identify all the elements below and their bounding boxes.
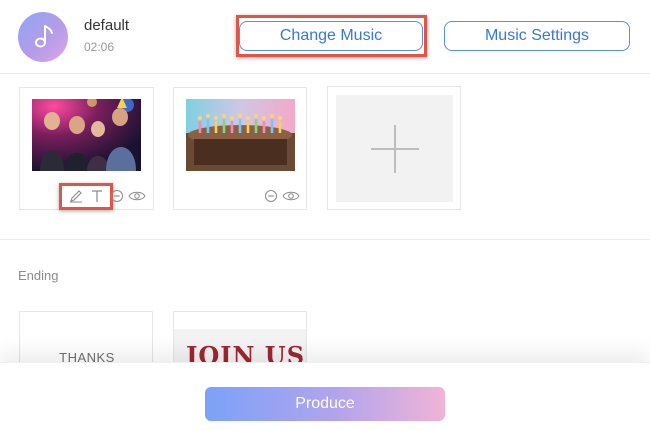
party-photo-thumbnail[interactable]	[32, 99, 141, 171]
preview-eye-icon[interactable]	[128, 189, 146, 203]
add-clip-area[interactable]	[336, 95, 453, 202]
text-tool-icon[interactable]	[90, 189, 104, 203]
music-avatar	[18, 12, 68, 62]
edit-pencil-icon[interactable]	[69, 189, 83, 203]
music-settings-button[interactable]: Music Settings	[444, 21, 630, 51]
party-photo	[32, 99, 141, 171]
preview-eye-icon[interactable]	[282, 189, 300, 203]
ending-section-label: Ending	[18, 268, 59, 283]
section-divider	[0, 239, 650, 240]
music-duration: 02:06	[84, 40, 115, 54]
remove-clip-icon[interactable]	[264, 189, 278, 203]
plus-icon	[370, 124, 419, 173]
birthday-photo-thumbnail[interactable]	[186, 99, 295, 171]
birthday-cake-photo	[186, 99, 295, 171]
music-note-icon	[35, 25, 53, 48]
clip-card-birthday[interactable]	[173, 87, 307, 210]
clip-card-party[interactable]	[19, 87, 154, 210]
edit-tools-highlight	[59, 183, 113, 210]
remove-clip-icon[interactable]	[110, 189, 124, 203]
change-music-button[interactable]: Change Music	[239, 21, 423, 51]
footer-bar: Produce	[0, 362, 650, 431]
produce-button[interactable]: Produce	[205, 387, 445, 421]
music-name: default	[84, 17, 130, 34]
add-clip-card[interactable]	[327, 86, 461, 210]
music-bar: default 02:06 Change Music Music Setting…	[0, 0, 650, 74]
